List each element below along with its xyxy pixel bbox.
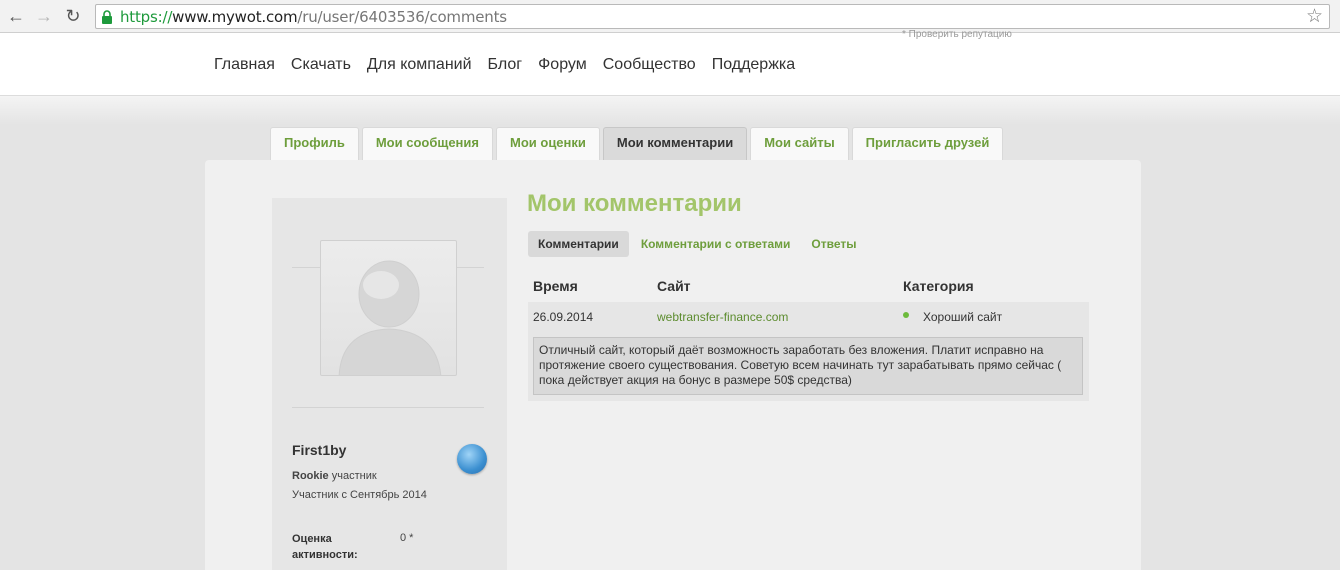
address-bar[interactable]: https://www.mywot.com/ru/user/6403536/co… [95,4,1330,29]
tab-my-messages[interactable]: Мои сообщения [361,127,493,160]
lock-icon [102,10,112,24]
comment-time: 26.09.2014 [533,310,594,324]
nav-companies[interactable]: Для компаний [367,56,472,74]
header-divider [0,95,1340,125]
category-dot-icon [903,312,909,318]
column-header-site[interactable]: Сайт [657,278,691,294]
user-badge-icon [457,444,487,474]
column-header-category[interactable]: Категория [903,278,974,294]
member-since: Участник с Сентябрь 2014 [292,489,427,501]
user-silhouette-icon [338,260,442,375]
subtab-comments[interactable]: Комментарии [528,231,629,257]
tab-my-comments[interactable]: Мои комментарии [602,127,748,160]
comment-category: Хороший сайт [923,310,1003,324]
subtab-replies[interactable]: Ответы [811,237,856,251]
user-rank: Rookie участник [292,470,377,482]
browser-toolbar: ← → ↻ https://www.mywot.com/ru/user/6403… [0,0,1340,33]
nav-support[interactable]: Поддержка [712,56,795,74]
back-arrow-icon[interactable]: ← [5,5,27,27]
tab-profile[interactable]: Профиль [270,127,359,160]
activity-label: Оценка активности: [292,533,358,561]
comment-text: Отличный сайт, который даёт возможность … [533,337,1083,395]
table-row: 26.09.2014 webtransfer-finance.com Хорош… [528,302,1089,401]
url-text: https://www.mywot.com/ru/user/6403536/co… [120,8,507,26]
avatar [320,240,457,376]
site-header: * Проверить репутацию Главная Скачать Дл… [0,29,1340,95]
nav-home[interactable]: Главная [214,56,275,74]
profile-sidebar: First1by Rookie участник Участник с Сент… [272,198,507,570]
page-title: Мои комментарии [527,190,742,217]
forward-arrow-icon[interactable]: → [33,5,55,27]
tab-my-ratings[interactable]: Мои оценки [496,127,600,160]
tab-invite-friends[interactable]: Пригласить друзей [851,127,1004,160]
subtab-comments-with-replies[interactable]: Комментарии с ответами [641,237,791,251]
activity-value: 0 * [400,532,414,544]
nav-download[interactable]: Скачать [291,56,351,74]
tab-my-sites[interactable]: Мои сайты [750,127,849,160]
nav-blog[interactable]: Блог [488,56,523,74]
divider [292,407,484,408]
main-nav: Главная Скачать Для компаний Блог Форум … [214,56,811,74]
comment-site-link[interactable]: webtransfer-finance.com [657,310,788,324]
check-reputation-link[interactable]: * Проверить репутацию [902,29,1012,40]
bookmark-star-icon[interactable]: ☆ [1306,6,1323,28]
nav-forum[interactable]: Форум [538,56,587,74]
profile-tabs: Профиль Мои сообщения Мои оценки Мои ком… [270,127,1006,160]
reload-icon[interactable]: ↻ [62,5,84,27]
comment-subtabs: Комментарии Комментарии с ответами Ответ… [528,231,878,257]
username: First1by [292,442,347,458]
column-header-time[interactable]: Время [533,278,578,294]
nav-community[interactable]: Сообщество [603,56,696,74]
